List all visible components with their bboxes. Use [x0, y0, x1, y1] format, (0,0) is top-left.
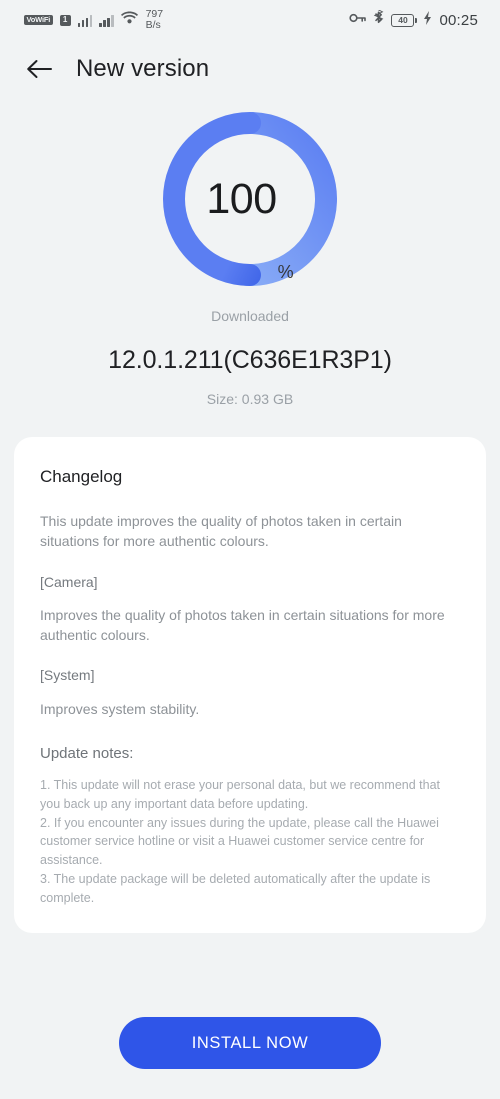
footer-action-bar: INSTALL NOW: [0, 1017, 500, 1099]
status-bar-clock: 00:25: [439, 11, 478, 29]
version-number: 12.0.1.211(C636E1R3P1): [108, 346, 392, 374]
update-notes-list: 1. This update will not erase your perso…: [40, 776, 460, 907]
changelog-section-heading: [Camera]: [40, 573, 98, 590]
charging-bolt-icon: [424, 10, 432, 30]
vowifi-icon: VoWiFi: [24, 14, 53, 26]
cellular-signal-1-icon: [77, 14, 93, 27]
changelog-section-body: Improves the quality of photos taken in …: [40, 606, 445, 644]
status-bar-left: VoWiFi 1 797 B/s: [24, 9, 163, 30]
bluetooth-icon: [373, 9, 384, 30]
changelog-title: Changelog: [40, 467, 123, 486]
network-speed-indicator: 797 B/s: [146, 9, 164, 30]
screen-root: VoWiFi 1 797 B/s 40 00:25 New version 10…: [0, 0, 500, 1099]
changelog-card: Changelog This update improves the quali…: [14, 437, 486, 934]
update-note-item: 1. This update will not erase your perso…: [40, 778, 440, 811]
progress-ring: 100 %: [163, 112, 337, 286]
progress-label: 100 %: [163, 112, 337, 286]
network-speed-unit: B/s: [145, 19, 161, 31]
progress-percent-value: 100: [206, 174, 277, 223]
progress-percent-sign: %: [277, 262, 294, 282]
download-progress: 100 %: [0, 112, 500, 286]
battery-level: 40: [391, 13, 415, 27]
key-icon: [349, 11, 367, 29]
back-arrow-icon[interactable]: [24, 54, 54, 84]
download-status-text: Downloaded: [211, 308, 289, 324]
status-bar-right: 40 00:25: [349, 9, 478, 30]
cellular-signal-2-icon: [99, 14, 114, 27]
battery-icon: 40: [391, 13, 418, 27]
battery-cap: [415, 17, 418, 23]
package-size: Size: 0.93 GB: [206, 391, 294, 407]
app-bar: New version: [0, 40, 500, 98]
wifi-icon: [120, 11, 138, 29]
install-now-button[interactable]: INSTALL NOW: [119, 1017, 381, 1069]
changelog-summary: This update improves the quality of phot…: [40, 513, 402, 550]
changelog-section-body: Improves system stability.: [40, 700, 200, 717]
update-notes-title: Update notes:: [40, 745, 134, 763]
changelog-section-heading: [System]: [40, 667, 95, 684]
update-note-item: 3. The update package will be deleted au…: [40, 871, 431, 905]
sim-slot-icon: 1: [59, 14, 71, 26]
page-title: New version: [76, 55, 210, 82]
status-bar: VoWiFi 1 797 B/s 40 00:25: [0, 0, 500, 40]
update-note-item: 2. If you encounter any issues during th…: [40, 815, 439, 868]
